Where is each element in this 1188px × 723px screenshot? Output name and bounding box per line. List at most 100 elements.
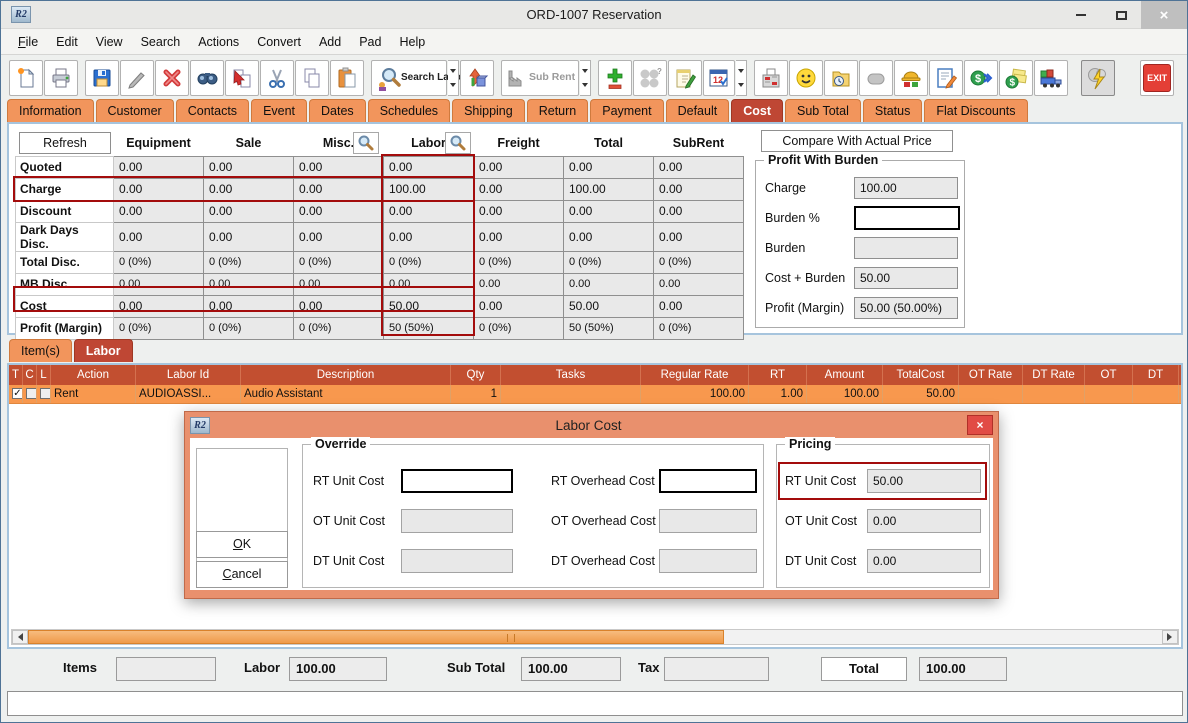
tab-default[interactable]: Default [666,99,730,122]
calendar-dropdown[interactable] [736,60,747,96]
tab-cost[interactable]: Cost [731,99,783,122]
crew-hardhat-button[interactable] [894,60,928,96]
tab-sub-total[interactable]: Sub Total [785,99,861,122]
menu-view[interactable]: View [87,30,132,54]
new-document-button[interactable] [9,60,43,96]
search-labor-dropdown[interactable] [448,60,459,96]
title-bar[interactable]: R2 ORD-1007 Reservation × [1,1,1187,29]
c-checkbox[interactable] [26,388,37,399]
grid-cell: 0 (0%) [564,251,654,273]
menu-add[interactable]: Add [310,30,350,54]
convert-button[interactable] [460,60,494,96]
t-checkbox[interactable]: ✓ [12,388,23,399]
plus-minus-button[interactable] [598,60,632,96]
tab-payment[interactable]: Payment [590,99,663,122]
group-circles-button[interactable]: ? [633,60,667,96]
menu-actions[interactable]: Actions [189,30,248,54]
col-action[interactable]: Action [51,365,136,385]
exit-button[interactable]: EXIT [1140,60,1174,96]
col-l[interactable]: L [37,365,51,385]
paste-button[interactable] [330,60,364,96]
smiley-button[interactable] [789,60,823,96]
cut-scissors-button[interactable] [260,60,294,96]
col-description[interactable]: Description [241,365,451,385]
burden-percent-input[interactable] [854,206,960,230]
tab-information[interactable]: Information [7,99,94,122]
col-d[interactable]: D [1179,365,1183,385]
delete-button[interactable] [155,60,189,96]
print-button[interactable] [44,60,78,96]
col-ot-rate[interactable]: OT Rate [959,365,1023,385]
col-totalcost[interactable]: TotalCost [883,365,959,385]
edit-pencil-button[interactable] [120,60,154,96]
copy-button[interactable] [295,60,329,96]
ok-button[interactable]: OK [196,531,288,558]
fax-machine-button[interactable] [754,60,788,96]
edit-document-button[interactable] [929,60,963,96]
misc-search-button[interactable] [353,132,379,154]
tab-dates[interactable]: Dates [309,99,366,122]
minimize-button[interactable] [1061,1,1101,29]
refresh-button[interactable]: Refresh [19,132,111,154]
horizontal-scrollbar[interactable] [11,629,1179,645]
tab-customer[interactable]: Customer [96,99,174,122]
close-button[interactable]: × [1141,1,1187,29]
col-labor-id[interactable]: Labor Id [136,365,241,385]
tab-event[interactable]: Event [251,99,307,122]
quick-lightning-button[interactable] [1081,60,1115,96]
col-tasks[interactable]: Tasks [501,365,641,385]
rt-overhead-cost-input[interactable] [659,469,757,493]
tab-contacts[interactable]: Contacts [176,99,249,122]
scrollbar-thumb[interactable] [28,630,724,644]
search-labor-button[interactable]: Search Labor [371,60,447,96]
col-t[interactable]: T [9,365,23,385]
dialog-title-bar[interactable]: R2 Labor Cost × [185,412,998,438]
menu-edit[interactable]: Edit [47,30,87,54]
tab-labor[interactable]: Labor [74,339,133,362]
col-c[interactable]: C [23,365,37,385]
menu-pad[interactable]: Pad [350,30,390,54]
col-qty[interactable]: Qty [451,365,501,385]
maximize-button[interactable] [1101,1,1141,29]
find-binoculars-button[interactable] [190,60,224,96]
col-rt[interactable]: RT [749,365,807,385]
sub-rent-button[interactable]: Sub Rent [501,60,579,96]
save-button[interactable] [85,60,119,96]
l-checkbox[interactable] [40,388,51,399]
tab-schedules[interactable]: Schedules [368,99,450,122]
disabled-key-button[interactable] [859,60,893,96]
labor-search-button[interactable] [445,132,471,154]
sub-rent-dropdown[interactable] [580,60,591,96]
col-amount[interactable]: Amount [807,365,883,385]
profit-with-burden-group: Profit With Burden Charge 100.00 Burden … [755,160,965,328]
dialog-close-button[interactable]: × [967,415,993,435]
money-notes-button[interactable]: $ [999,60,1033,96]
labor-table-row[interactable]: ✓ Rent AUDIOASSI... Audio Assistant 1 10… [9,385,1181,404]
folder-clock-button[interactable] [824,60,858,96]
status-input[interactable] [7,691,1183,716]
col-dt-rate[interactable]: DT Rate [1023,365,1085,385]
tab-items[interactable]: Item(s) [9,339,72,362]
col-regular-rate[interactable]: Regular Rate [641,365,749,385]
cancel-button[interactable]: Cancel [196,561,288,588]
tab-return[interactable]: Return [527,99,589,122]
menu-search[interactable]: Search [132,30,190,54]
notes-pad-button[interactable] [668,60,702,96]
delivery-truck-button[interactable] [1034,60,1068,96]
tab-shipping[interactable]: Shipping [452,99,525,122]
calendar-button[interactable]: 12 [703,60,735,96]
tab-flat-discounts[interactable]: Flat Discounts [924,99,1027,122]
compare-with-actual-price-button[interactable]: Compare With Actual Price [761,130,953,152]
tab-status[interactable]: Status [863,99,922,122]
rt-unit-cost-input[interactable] [401,469,513,493]
col-dt[interactable]: DT [1133,365,1179,385]
scroll-left-button[interactable] [12,630,28,644]
money-transfer-button[interactable]: $ [964,60,998,96]
menu-file[interactable]: File [9,30,47,54]
menu-convert[interactable]: Convert [248,30,310,54]
scroll-right-button[interactable] [1162,630,1178,644]
grid-cell: 0.00 [204,295,294,317]
menu-help[interactable]: Help [390,30,434,54]
col-ot[interactable]: OT [1085,365,1133,385]
copy-document-button[interactable] [225,60,259,96]
